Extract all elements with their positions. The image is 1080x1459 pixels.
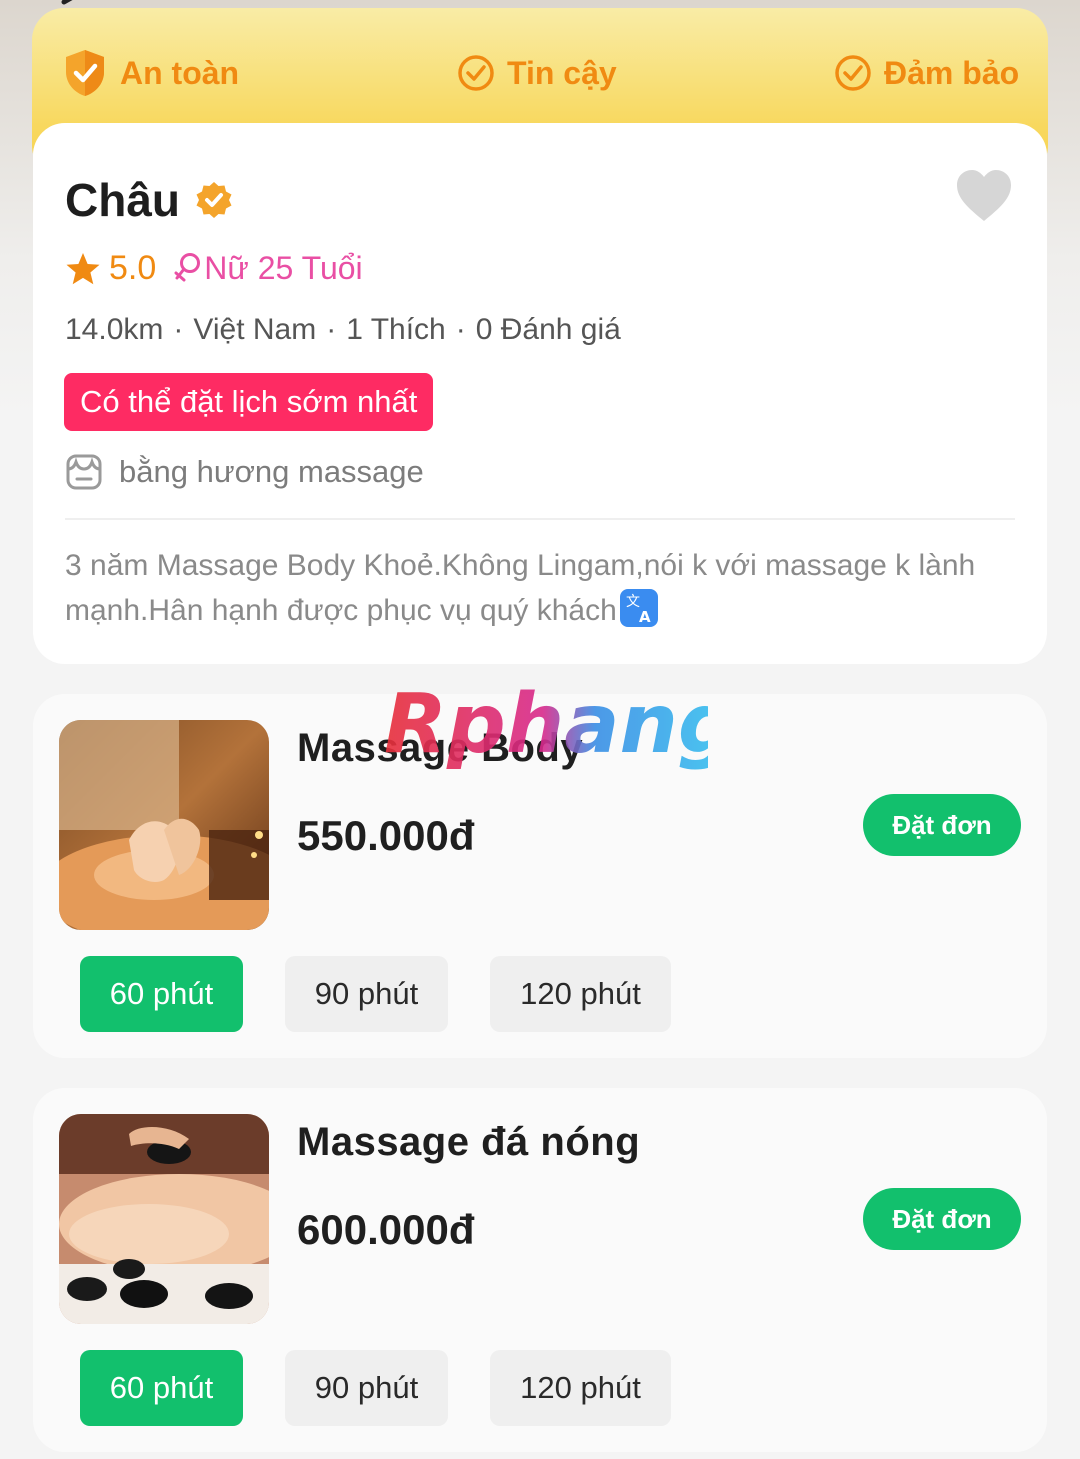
female-icon	[174, 252, 201, 281]
verified-badge-icon	[196, 182, 232, 218]
trust-label-guarantee: Đảm bảo	[884, 54, 1020, 91]
provider-name: Châu	[65, 174, 180, 226]
trust-item-trust: Tin cậy	[457, 48, 617, 98]
profile-card: Châu 5.0 Nữ 25 Tuổi 14.0km · Việt Nam · …	[33, 123, 1047, 664]
gender-age: Nữ 25 Tuổi	[174, 250, 363, 287]
service-title: Massage đá nóng	[297, 1120, 641, 1164]
service-image	[59, 720, 269, 930]
trust-item-safe: An toàn	[62, 48, 239, 98]
distance: 14.0km	[65, 313, 164, 346]
service-price: 600.000đ	[297, 1206, 475, 1253]
rating-row: 5.0 Nữ 25 Tuổi	[65, 249, 363, 288]
name-row: Châu	[65, 173, 234, 227]
meta-row: 14.0km · Việt Nam · 1 Thích · 0 Đánh giá	[65, 313, 621, 346]
favorite-heart-icon[interactable]	[955, 169, 1013, 223]
translate-icon[interactable]: 文 A	[619, 588, 659, 628]
shop-name: bằng hương massage	[119, 454, 424, 489]
earliest-booking-badge: Có thể đặt lịch sớm nhất	[64, 373, 434, 431]
book-button[interactable]: Đặt đơn	[863, 1188, 1021, 1250]
trust-item-guarantee: Đảm bảo	[834, 48, 1019, 98]
duration-option[interactable]: 90 phút	[285, 1350, 448, 1426]
rating-value: 5.0	[109, 249, 157, 287]
bio-text: 3 năm Massage Body Khoẻ.Không Lingam,nói…	[65, 543, 1015, 633]
bio-content: 3 năm Massage Body Khoẻ.Không Lingam,nói…	[65, 549, 976, 627]
duration-option[interactable]: 120 phút	[490, 1350, 671, 1426]
reviews-count[interactable]: 0 Đánh giá	[476, 313, 621, 346]
book-button[interactable]: Đặt đơn	[863, 794, 1021, 856]
provider-profile-page: An toàn Tin cậy Đảm bảo Châu 5.0 Nữ 25 T…	[0, 0, 1080, 1459]
service-price: 550.000đ	[297, 812, 475, 859]
duration-option[interactable]: 120 phút	[490, 956, 671, 1032]
trust-label-trust: Tin cậy	[507, 54, 617, 91]
divider	[65, 518, 1015, 520]
service-card: Massage đá nóng 600.000đ Đặt đơn 60 phút…	[33, 1088, 1047, 1452]
watermark-logo: Rphang	[384, 680, 708, 772]
watermark-text: Rphang	[384, 680, 708, 772]
svg-text:文: 文	[626, 594, 640, 610]
likes-count: 1 Thích	[346, 313, 446, 346]
duration-option[interactable]: 90 phút	[285, 956, 448, 1032]
svg-text:A: A	[639, 608, 651, 626]
trust-label-safe: An toàn	[120, 54, 240, 91]
service-image	[59, 1114, 269, 1324]
shield-check-icon	[66, 50, 104, 96]
check-circle-icon	[458, 55, 494, 91]
duration-option[interactable]: 60 phút	[80, 1350, 243, 1426]
shop-row[interactable]: bằng hương massage	[65, 453, 424, 491]
check-circle-icon	[835, 55, 871, 91]
gender-age-text: Nữ 25 Tuổi	[204, 250, 363, 286]
star-icon	[66, 252, 100, 284]
duration-option[interactable]: 60 phút	[80, 956, 243, 1032]
shop-icon	[66, 454, 102, 490]
country: Việt Nam	[193, 313, 317, 346]
